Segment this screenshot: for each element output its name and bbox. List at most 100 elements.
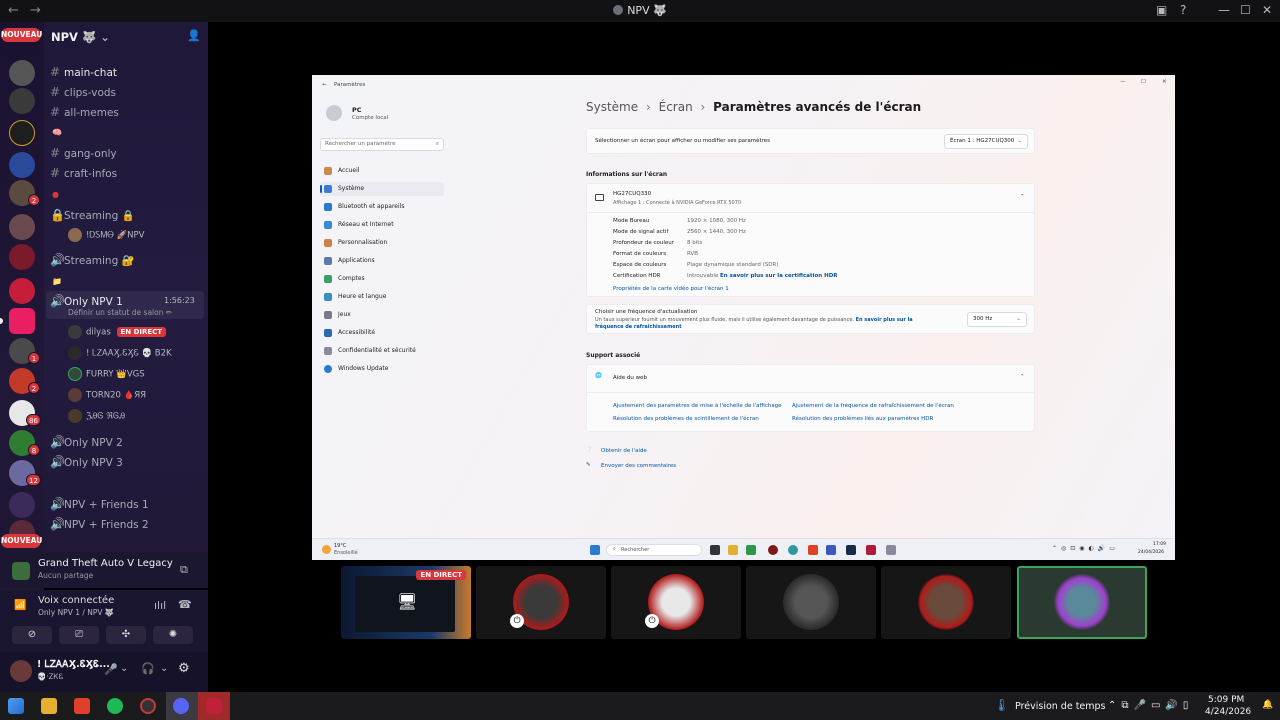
participant-tile[interactable]: ⏻ <box>476 566 606 639</box>
help-link[interactable]: Résolution des problèmes liés aux paramè… <box>792 416 933 422</box>
adapter-properties-link[interactable]: Propriétés de la carte vidéo pour l'écra… <box>613 286 729 292</box>
weather-text[interactable]: Prévision de temps <box>1015 701 1106 712</box>
inbox-icon[interactable]: ▣ <box>1156 3 1167 17</box>
voice-channel-streaming-1[interactable]: 🔒Streaming 🔒 <box>50 208 135 222</box>
nav-home[interactable]: Accueil <box>320 164 444 178</box>
help-link[interactable]: Résolution des problèmes de scintillemen… <box>613 416 759 422</box>
notification-icon[interactable]: 🔔 <box>1262 700 1273 710</box>
help-link[interactable]: Ajustement de la fréquence de rafraîchis… <box>792 403 954 409</box>
category-folder[interactable]: 📁 <box>52 277 62 286</box>
gear-icon[interactable]: ⚙ <box>178 661 190 676</box>
voice-user[interactable]: dilyas EN DIRECT <box>68 325 167 339</box>
participant-tile[interactable] <box>746 566 876 639</box>
voice-channel-only-npv-2[interactable]: 🔊Only NPV 2 <box>50 435 123 449</box>
server-icon[interactable] <box>9 308 35 334</box>
nav-accessibility[interactable]: Accessibilité <box>320 326 444 340</box>
maximize-icon[interactable]: ☐ <box>1240 3 1251 17</box>
headphones-icon[interactable]: 🎧 <box>141 662 155 675</box>
get-help-link[interactable]: Obtenir de l'aide <box>601 448 647 454</box>
task-view-icon[interactable] <box>710 545 720 555</box>
app-icon[interactable] <box>866 545 876 555</box>
stream-game-icon[interactable]: ⧉ <box>180 563 188 577</box>
participant-tile-speaking[interactable] <box>1017 566 1147 639</box>
chevron-up-icon[interactable]: ⌃ <box>1020 374 1025 380</box>
channel-status[interactable]: Définir un statut de salon ✏ <box>68 308 172 317</box>
participant-tile[interactable]: ⏻ <box>611 566 741 639</box>
breadcrumb-system[interactable]: Système <box>586 100 638 114</box>
nav-gaming[interactable]: Jeux <box>320 308 444 322</box>
server-icon[interactable] <box>9 244 35 270</box>
spotify-icon[interactable] <box>107 698 123 714</box>
app-icon[interactable] <box>768 545 778 555</box>
activities-button[interactable]: ✣ <box>106 626 146 644</box>
nav-system[interactable]: Système <box>320 182 444 196</box>
nav-privacy[interactable]: Confidentialité et sécurité <box>320 344 444 358</box>
settings-search-input[interactable]: Rechercher un paramètre ⌕ <box>320 138 444 151</box>
participant-tile[interactable] <box>881 566 1011 639</box>
discord-icon[interactable] <box>173 698 189 714</box>
breadcrumb-display[interactable]: Écran <box>659 100 693 114</box>
chevron-down-icon[interactable]: ⌄ <box>160 663 168 674</box>
brave-icon[interactable] <box>74 698 90 714</box>
add-member-icon[interactable]: 👤 <box>187 29 201 42</box>
server-icon[interactable] <box>9 278 35 304</box>
close-icon[interactable]: ✕ <box>1162 79 1167 85</box>
nav-time-language[interactable]: Heure et langue <box>320 290 444 304</box>
help-icon[interactable]: ? <box>1180 3 1186 17</box>
clock-date[interactable]: 4/24/2026 <box>1205 707 1251 717</box>
nav-windows-update[interactable]: Windows Update <box>320 362 444 376</box>
username[interactable]: ! ᏞᏃᎪᎪӼ.ᏋӼᏋ... <box>37 659 110 670</box>
nav-apps[interactable]: Applications <box>320 254 444 268</box>
taskbar-search[interactable]: ⌕ Rechercher <box>606 544 702 556</box>
file-explorer-icon[interactable] <box>41 698 57 714</box>
channel-craft-infos[interactable]: # craft-infos <box>50 166 117 180</box>
app-icon[interactable] <box>140 698 156 714</box>
start-icon[interactable] <box>8 698 24 714</box>
chevron-down-icon[interactable]: ⌄ <box>120 663 128 674</box>
back-arrow-icon[interactable]: ← <box>322 82 327 88</box>
channel-all-memes[interactable]: # all-memes <box>50 105 119 119</box>
hdr-certification-link[interactable]: En savoir plus sur la certification HDR <box>720 273 838 279</box>
nav-network[interactable]: Réseau et Internet <box>320 218 444 232</box>
server-icon[interactable] <box>9 120 35 146</box>
tray-icons[interactable]: ⌃⧉🎤▭🔊▯ <box>1108 700 1193 711</box>
maximize-icon[interactable]: ☐ <box>1141 79 1146 85</box>
server-icon[interactable] <box>9 152 35 178</box>
voice-user[interactable]: FURRY 👑VGS <box>68 367 145 381</box>
avatar[interactable] <box>10 660 32 682</box>
category-brain-emoji[interactable]: 🧠 <box>52 128 62 137</box>
chevron-up-icon[interactable]: ⌃ <box>1020 194 1025 200</box>
microphone-icon[interactable]: 🎤 <box>104 663 118 676</box>
soundboard-button[interactable]: ✺ <box>153 626 193 644</box>
nav-personalization[interactable]: Personnalisation <box>320 236 444 250</box>
voice-channel-friends-2[interactable]: 🔊NPV + Friends 2 <box>50 517 149 531</box>
voice-user[interactable]: ! ᏞᏃᎪᎪӼ.ᏋӼᏋ 💀 B2K <box>68 346 172 360</box>
voice-channel-friends-1[interactable]: 🔊NPV + Friends 1 <box>50 497 149 511</box>
server-icon[interactable] <box>9 492 35 518</box>
channel-clips-vods[interactable]: # clips-vods <box>50 85 116 99</box>
thermometer-icon[interactable]: 🌡 <box>994 698 1009 712</box>
voice-user[interactable]: !ᎠᏚᎷᎾ 🚀NPV <box>68 228 144 242</box>
server-icon[interactable] <box>9 60 35 86</box>
server-icon[interactable] <box>9 214 35 240</box>
nav-accounts[interactable]: Comptes <box>320 272 444 286</box>
nav-bluetooth[interactable]: Bluetooth et appareils <box>320 200 444 214</box>
voice-channel-only-npv-1[interactable]: 🔊Only NPV 1 <box>50 294 123 308</box>
category-red-dot[interactable]: ● <box>52 190 59 199</box>
voice-user[interactable]: TORN20 🩸ЯЯ <box>68 388 146 402</box>
disconnect-icon[interactable]: ☎ <box>178 598 192 611</box>
app-icon[interactable] <box>746 545 756 555</box>
app-icon[interactable] <box>206 698 222 714</box>
refresh-rate-dropdown[interactable]: 300 Hz ⌄ <box>967 312 1027 327</box>
explorer-icon[interactable] <box>728 545 738 555</box>
voice-channel-link[interactable]: Only NPV 1 / NPV 🐺 <box>38 608 114 617</box>
settings-icon[interactable] <box>886 545 896 555</box>
participant-tile-stream[interactable]: 🖥 EN DIRECT <box>341 566 471 639</box>
close-icon[interactable]: ✕ <box>1262 3 1272 17</box>
display-select-dropdown[interactable]: Écran 1 : HG27CUQ300 ⌄ <box>944 134 1028 149</box>
screen-share-button[interactable]: ⎚ <box>59 626 99 644</box>
channel-gang-only[interactable]: # gang-only <box>50 146 117 160</box>
tray-icons[interactable]: ⌃◎⊡◉◐🔊▭ <box>1052 545 1119 552</box>
edge-icon[interactable] <box>788 545 798 555</box>
noise-suppression-icon[interactable]: ılıl <box>154 599 166 612</box>
